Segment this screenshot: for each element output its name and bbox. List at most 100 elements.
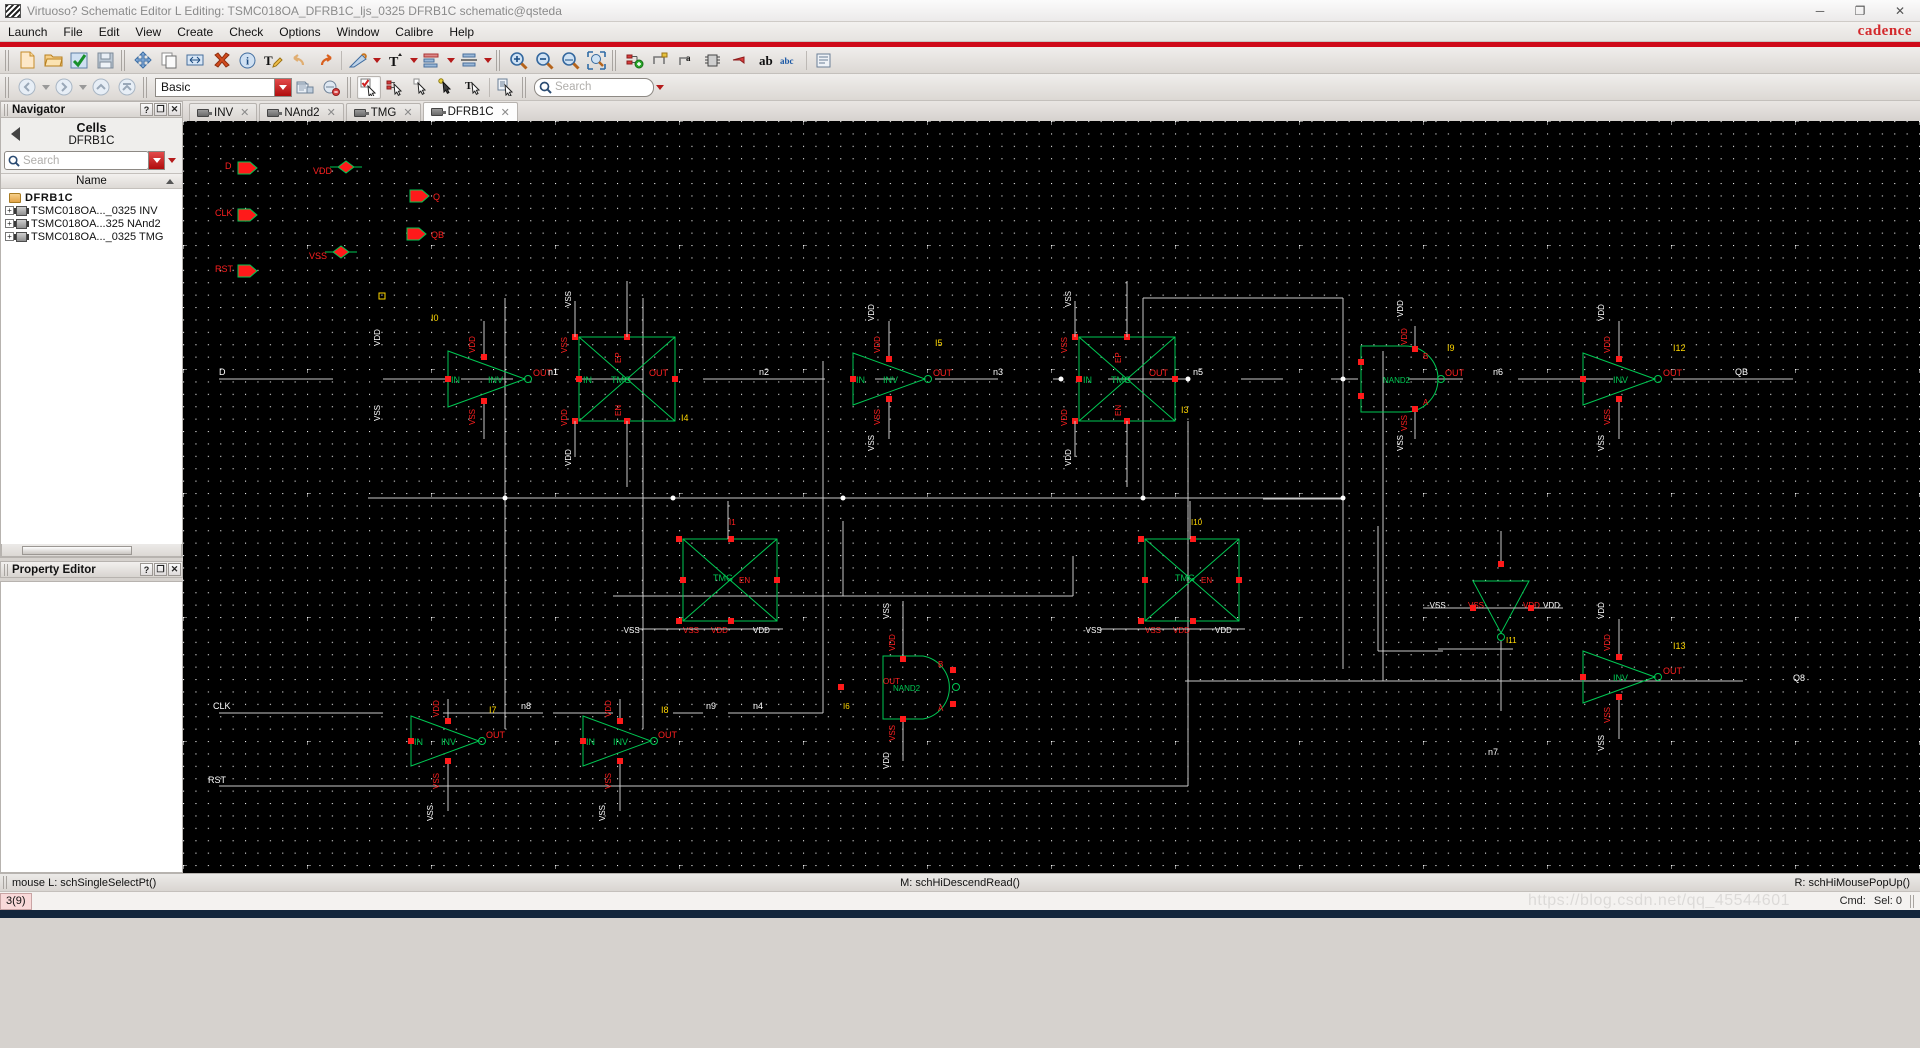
save-icon[interactable] (93, 49, 117, 72)
tab-dfrb1c[interactable]: DFRB1C ✕ (422, 102, 518, 121)
toolbar2-grip-3[interactable] (347, 76, 353, 98)
wire-icon[interactable] (648, 49, 672, 72)
menu-check[interactable]: Check (221, 23, 271, 41)
maximize-button[interactable]: ❐ (1840, 0, 1880, 22)
tab-close-icon[interactable]: ✕ (403, 106, 412, 119)
text-dropdown-caret[interactable] (408, 49, 419, 72)
ruler-dropdown-caret[interactable] (371, 49, 382, 72)
stretch-icon[interactable] (183, 49, 207, 72)
toolbar2-grip-4[interactable] (522, 76, 528, 98)
select-text-tool-icon[interactable]: T (461, 76, 485, 99)
back-dropdown-caret[interactable] (40, 76, 51, 99)
menu-options[interactable]: Options (271, 23, 328, 41)
zoom-region-icon[interactable] (584, 49, 608, 72)
property-editor-close-button[interactable]: ✕ (168, 563, 181, 576)
navigator-float-button[interactable]: ❐ (154, 103, 167, 116)
navigator-back-icon[interactable] (11, 127, 20, 141)
navigator-grip[interactable] (4, 103, 9, 116)
distribute-dropdown-caret[interactable] (482, 49, 493, 72)
navigator-help-button[interactable]: ? (140, 103, 153, 116)
menu-view[interactable]: View (127, 23, 169, 41)
new-file-icon[interactable] (15, 49, 39, 72)
navigator-close-button[interactable]: ✕ (168, 103, 181, 116)
align-dropdown-caret[interactable] (445, 49, 456, 72)
info-icon[interactable]: i (235, 49, 259, 72)
delete-icon[interactable] (209, 49, 233, 72)
tab-inv[interactable]: INV ✕ (189, 103, 258, 121)
tree-item-tmg[interactable]: + TSMC018OA..._0325 TMG (1, 230, 182, 243)
search-dropdown-caret[interactable] (654, 78, 666, 97)
toolbar-grip-2[interactable] (121, 49, 127, 71)
scrollbar-thumb[interactable] (22, 545, 132, 555)
library-combo[interactable]: Basic (155, 77, 275, 97)
navigator-search-dropdown[interactable] (148, 151, 165, 170)
copy-icon[interactable] (157, 49, 181, 72)
menu-edit[interactable]: Edit (91, 23, 128, 41)
tab-tmg[interactable]: TMG ✕ (345, 103, 421, 121)
edit-text-icon[interactable]: T (261, 49, 285, 72)
tree-item-inv[interactable]: + TSMC018OA..._0325 INV (1, 204, 182, 217)
menu-launch[interactable]: Launch (0, 23, 55, 41)
tab-nand2[interactable]: NAnd2 ✕ (259, 103, 344, 121)
forward-icon[interactable] (52, 76, 76, 99)
navigator-column-header[interactable]: Name (1, 173, 182, 189)
move-icon[interactable] (131, 49, 155, 72)
menu-window[interactable]: Window (329, 23, 388, 41)
navigator-search-input[interactable]: Search (4, 151, 149, 170)
tree-item-nand2[interactable]: + TSMC018OA...325 NAnd2 (1, 217, 182, 230)
open-folder-icon[interactable] (41, 49, 65, 72)
status-grip[interactable] (3, 876, 9, 889)
property-editor-grip[interactable] (4, 563, 9, 576)
toolbar2-grip-2[interactable] (143, 76, 149, 98)
expand-icon[interactable]: + (5, 232, 14, 241)
select-pin-tool-icon[interactable] (435, 76, 459, 99)
property-icon[interactable] (811, 49, 835, 72)
clear-layer-icon[interactable] (319, 76, 343, 99)
library-combo-arrow[interactable] (275, 77, 292, 97)
zoom-fit-icon[interactable] (558, 49, 582, 72)
add-net-icon[interactable] (622, 49, 646, 72)
schematic-drawing[interactable]: D CLK RST VDD VSS Q QB IN INV OUT VDD VS… (183, 121, 1920, 873)
close-button[interactable]: ✕ (1880, 0, 1920, 22)
property-editor-help-button[interactable]: ? (140, 563, 153, 576)
back-icon[interactable] (15, 76, 39, 99)
toolbar-grip-4[interactable] (612, 49, 618, 71)
toolbar-grip[interactable] (5, 49, 11, 71)
select-all-objects-icon[interactable] (494, 76, 518, 99)
menu-help[interactable]: Help (441, 23, 482, 41)
toolbar-search-box[interactable]: Search (534, 77, 654, 97)
tree-item-root[interactable]: DFRB1C (1, 191, 182, 204)
label-icon[interactable]: ab (752, 49, 776, 72)
tab-close-icon[interactable]: ✕ (240, 106, 249, 119)
align-left-icon[interactable] (420, 49, 444, 72)
zoom-in-icon[interactable] (506, 49, 530, 72)
check-save-icon[interactable] (67, 49, 91, 72)
save-layer-icon[interactable] (293, 76, 317, 99)
text-abc-icon[interactable]: abc (778, 49, 802, 72)
instance-icon[interactable] (700, 49, 724, 72)
expand-icon[interactable]: + (5, 219, 14, 228)
tab-close-icon[interactable]: ✕ (327, 106, 336, 119)
sort-ascending-icon[interactable] (166, 178, 174, 184)
select-all-tool-icon[interactable] (357, 75, 381, 99)
property-editor-float-button[interactable]: ❐ (154, 563, 167, 576)
minimize-button[interactable]: ─ (1800, 0, 1840, 22)
pin-icon[interactable] (726, 49, 750, 72)
select-instance-tool-icon[interactable] (409, 76, 433, 99)
forward-dropdown-caret[interactable] (77, 76, 88, 99)
wire-name-icon[interactable]: a (674, 49, 698, 72)
distribute-icon[interactable] (457, 49, 481, 72)
text-tool-icon[interactable]: T (383, 49, 407, 72)
navigator-horizontal-scrollbar[interactable] (1, 544, 182, 557)
redo-icon[interactable] (313, 49, 337, 72)
navigator-filter-caret[interactable] (165, 151, 179, 170)
menu-create[interactable]: Create (169, 23, 221, 41)
toolbar2-grip[interactable] (5, 76, 11, 98)
ruler-icon[interactable] (346, 49, 370, 72)
toolbar-grip-3[interactable] (496, 49, 502, 71)
select-net-tool-icon[interactable] (383, 76, 407, 99)
expand-icon[interactable]: + (5, 206, 14, 215)
menu-file[interactable]: File (55, 23, 90, 41)
zoom-out-icon[interactable] (532, 49, 556, 72)
top-hierarchy-icon[interactable] (115, 76, 139, 99)
